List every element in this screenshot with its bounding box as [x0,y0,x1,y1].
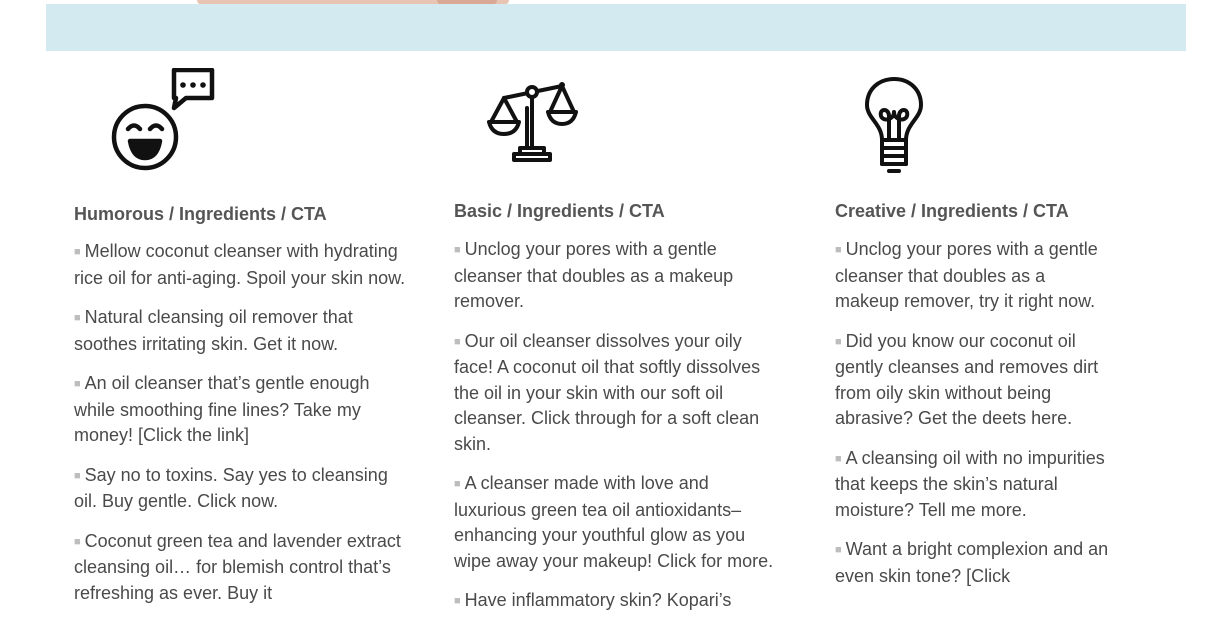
hero-banner-strip [46,4,1186,51]
list-item: ■ Did you know our coconut oil gently cle… [835,330,1099,429]
column-title: Humorous / Ingredients / CTA [74,204,327,224]
bullet-icon: ■ [454,478,461,490]
list-item: ■ Unclog your pores with a gentle cleanse… [835,239,1098,311]
balance-scale-icon [486,78,578,169]
list-item: ■ A cleanser made with love and luxurious… [454,473,774,571]
copy-list: ■ Unclog your pores with a gentle cleanse… [454,237,774,629]
list-item: ■ Want a bright complexion and an even sk… [835,539,1109,586]
bullet-icon: ■ [74,469,81,482]
list-item: ■ Our oil cleanser dissolves your oily fa… [454,330,761,454]
list-item: ■ A cleansing oil with no impurities that… [835,447,1105,520]
list-item: ■ Natural cleansing oil remover that soot… [74,307,353,354]
laughing-face-speech-bubble-icon [110,67,220,179]
bullet-icon: ■ [835,244,842,256]
bullet-icon: ■ [835,544,842,556]
bullet-icon: ■ [454,244,461,256]
bullet-icon: ■ [835,335,842,348]
copy-list: ■ Unclog your pores with a gentle cleanse… [835,237,1110,603]
lightbulb-icon [863,76,925,179]
column-title: Basic / Ingredients / CTA [454,201,665,221]
list-item: ■ Unclog your pores with a gentle cleanse… [454,239,734,311]
bullet-icon: ■ [454,595,461,607]
list-item: ■ Coconut green tea and lavender extract … [74,530,401,603]
copy-list: ■ Mellow coconut cleanser with hydrating … [74,239,414,620]
bullet-icon: ■ [454,335,461,348]
bullet-icon: ■ [74,535,81,548]
bullet-icon: ■ [74,246,81,258]
list-item: ■ Mellow coconut cleanser with hydrating … [74,241,406,288]
column-title: Creative / Ingredients / CTA [835,201,1069,221]
bullet-icon: ■ [835,452,842,465]
list-item: ■ Have inflammatory skin? Kopari’s [454,590,732,610]
list-item: ■ Say no to toxins. Say yes to cleansing … [74,464,388,512]
bullet-icon: ■ [74,312,81,324]
bullet-icon: ■ [74,378,81,390]
list-item: ■ An oil cleanser that’s gentle enough wh… [74,373,370,445]
